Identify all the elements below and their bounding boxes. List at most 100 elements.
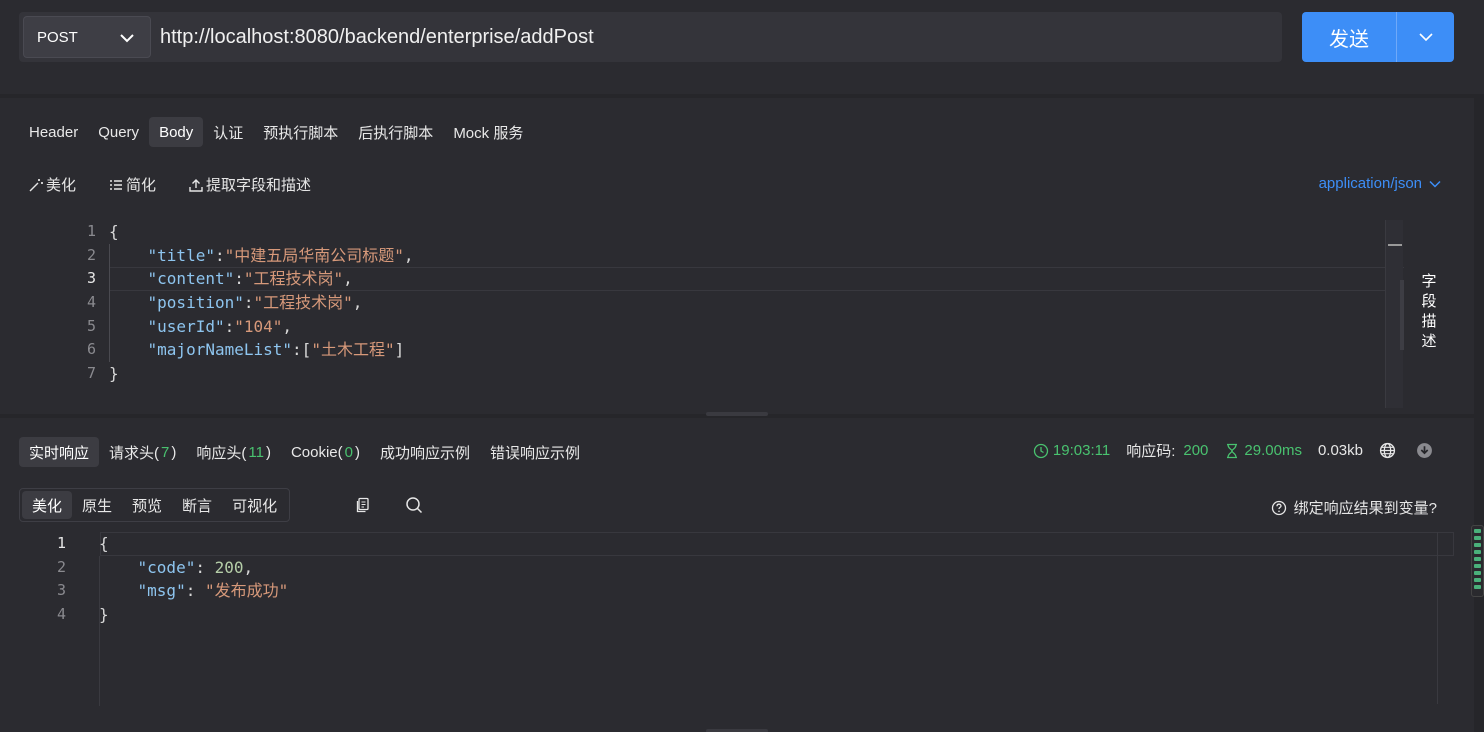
json-key: "userId" — [147, 316, 225, 336]
tab-realtime-response[interactable]: 实时响应 — [19, 437, 100, 467]
line-number: 3 — [56, 581, 66, 600]
line-number: 3 — [86, 269, 96, 288]
clock-icon — [1033, 443, 1049, 458]
json-key: "content" — [147, 269, 235, 289]
scroll-marker — [1388, 244, 1402, 246]
code-line: "majorNameList":["土木工程"] — [147, 340, 405, 360]
tab-response-headers[interactable]: 响应头(11) — [186, 437, 281, 467]
url-input[interactable] — [160, 16, 1270, 58]
field-description-toggle[interactable]: 字 段 描 述 — [1414, 272, 1444, 352]
tab-auth[interactable]: 认证 — [203, 117, 253, 147]
count-badge: 7 — [161, 443, 170, 461]
extract-fields-button[interactable]: 提取字段和描述 — [188, 174, 311, 195]
json-value: "104" — [234, 316, 283, 336]
globe-icon — [1379, 442, 1396, 459]
code-line: } — [99, 605, 109, 625]
simplify-button[interactable]: 简化 — [108, 174, 156, 195]
beautify-button[interactable]: 美化 — [28, 174, 76, 195]
tab-success-example[interactable]: 成功响应示例 — [370, 437, 480, 467]
beautify-label: 美化 — [46, 177, 77, 194]
current-line-highlight — [100, 532, 1454, 556]
content-type-value: application/json — [1318, 175, 1422, 192]
help-circle-icon — [1271, 500, 1286, 515]
magic-wand-icon — [29, 178, 43, 191]
tab-visualize[interactable]: 可视化 — [222, 491, 287, 519]
chevron-down-icon — [1418, 33, 1433, 42]
response-duration: 29.00ms — [1224, 442, 1302, 459]
response-time: 19:03:11 — [1033, 442, 1110, 459]
bind-response-variable[interactable]: 绑定响应结果到变量? — [1271, 497, 1437, 518]
line-number: 6 — [86, 340, 96, 359]
tab-request-headers[interactable]: 请求头(7) — [99, 437, 186, 467]
send-dropdown-button[interactable] — [1397, 12, 1454, 62]
json-value: "工程技术岗" — [253, 293, 353, 313]
body-toolbar: 美化 简化 提取字段和描述 — [28, 174, 343, 195]
minimap[interactable] — [1471, 525, 1484, 597]
code-line: { — [99, 534, 109, 553]
count-badge: 0 — [344, 443, 353, 461]
line-number: 1 — [56, 534, 66, 552]
line-number: 4 — [56, 605, 66, 624]
response-tabs: 实时响应 请求头(7) 响应头(11) Cookie(0) 成功响应示例 错误响… — [19, 437, 590, 467]
copy-icon[interactable] — [354, 496, 372, 514]
tab-header[interactable]: Header — [19, 117, 88, 147]
line-number: 5 — [86, 316, 96, 335]
simplify-label: 简化 — [126, 177, 157, 194]
status-code-value: 200 — [1183, 442, 1209, 459]
response-meta: 19:03:11 响应码: 200 29.00ms 0.03kb — [1017, 440, 1437, 461]
search-icon[interactable] — [405, 496, 423, 514]
json-key: "majorNameList" — [147, 340, 293, 360]
method-value: POST — [37, 28, 78, 46]
json-value: "中建五局华南公司标题" — [224, 245, 404, 265]
tab-raw[interactable]: 原生 — [72, 491, 122, 519]
code-line: "position":"工程技术岗", — [147, 293, 363, 313]
code-line: } — [109, 364, 119, 384]
response-panel: 实时响应 请求头(7) 响应头(11) Cookie(0) 成功响应示例 错误响… — [0, 418, 1474, 732]
response-size: 0.03kb — [1317, 442, 1363, 459]
code-lines: { "title":"中建五局华南公司标题", "content":"工程技术岗… — [109, 220, 414, 386]
tab-mock-service[interactable]: Mock 服务 — [443, 117, 533, 147]
line-number: 2 — [56, 557, 66, 576]
tab-post-script[interactable]: 后执行脚本 — [348, 117, 443, 147]
code-line: "msg": "发布成功" — [137, 581, 289, 601]
request-bar: POST 发送 — [0, 0, 1484, 94]
tab-preview[interactable]: 预览 — [122, 491, 172, 519]
code-line: "title":"中建五局华南公司标题", — [147, 245, 414, 265]
response-scrollbar[interactable] — [1437, 532, 1438, 704]
tab-error-example[interactable]: 错误响应示例 — [480, 437, 590, 467]
line-gutter: 1 2 3 4 5 6 7 — [0, 220, 96, 386]
tab-pretty[interactable]: 美化 — [22, 491, 73, 519]
tab-query[interactable]: Query — [88, 117, 149, 147]
send-button[interactable]: 发送 — [1302, 12, 1396, 62]
tab-assertion[interactable]: 断言 — [172, 491, 222, 519]
panel-resize-handle[interactable] — [706, 412, 768, 416]
code-line: "code": 200, — [137, 557, 254, 577]
json-key: "position" — [147, 293, 244, 313]
request-body-editor[interactable]: 1 2 3 4 5 6 7 { "title":"中建五局华南公司标题", "c… — [0, 220, 1404, 410]
json-value: "土木工程" — [311, 340, 395, 360]
hourglass-icon — [1227, 443, 1238, 458]
code-line: "userId":"104", — [147, 316, 293, 336]
json-value: "发布成功" — [204, 581, 289, 601]
status-code: 响应码: 200 — [1126, 442, 1209, 460]
editor-scrollbar[interactable] — [1385, 220, 1404, 408]
json-value: 200 — [214, 557, 244, 577]
content-type-select[interactable]: application/json — [1319, 175, 1442, 192]
download-button[interactable] — [1416, 442, 1437, 459]
line-number: 7 — [86, 364, 96, 383]
extract-fields-label: 提取字段和描述 — [206, 177, 312, 194]
response-body-viewer[interactable]: 1 2 3 4 { "code": 200, "msg": "发布成功" } — [0, 532, 1454, 706]
tab-cookie[interactable]: Cookie(0) — [281, 437, 370, 467]
tab-body[interactable]: Body — [149, 117, 204, 147]
response-view-tabs: 美化 原生 预览 断言 可视化 — [19, 488, 291, 522]
count-badge: 11 — [248, 443, 264, 461]
tab-pre-script[interactable]: 预执行脚本 — [253, 117, 348, 147]
download-icon — [1417, 443, 1432, 458]
globe-button[interactable] — [1379, 442, 1400, 459]
scroll-thumb[interactable] — [1400, 280, 1404, 350]
code-lines: { "code": 200, "msg": "发布成功" } — [99, 532, 288, 627]
request-panel: Header Query Body 认证 预执行脚本 后执行脚本 Mock 服务… — [0, 98, 1474, 414]
method-select[interactable]: POST — [23, 16, 151, 58]
json-key: "title" — [147, 245, 215, 265]
json-key: "msg" — [137, 581, 186, 601]
